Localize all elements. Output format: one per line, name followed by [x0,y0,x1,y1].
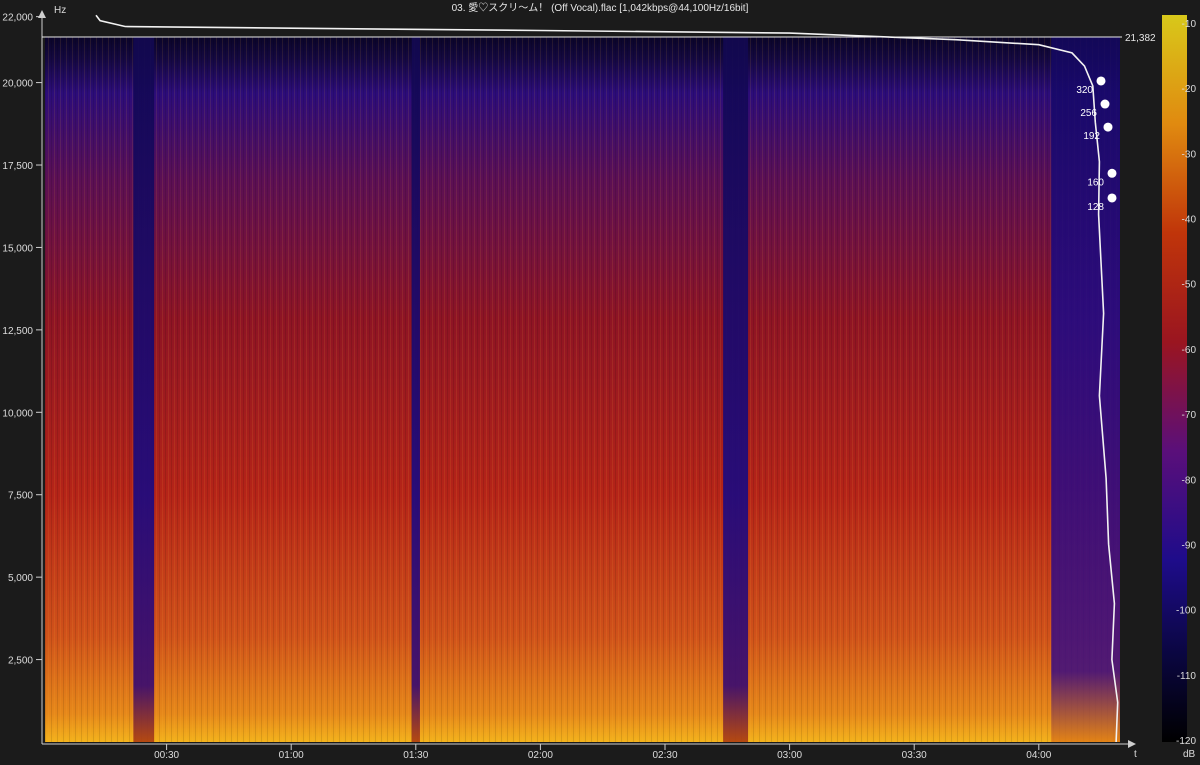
bitrate-marker-label: 128 [1087,202,1104,213]
colorbar-tick-label: -70 [1182,410,1197,421]
spectrogram-svg: 2,500 5,000 7,500 10,000 12,500 15,000 17,500 2… [2,1,1197,761]
colorbar-tick-label: -120 [1176,736,1196,747]
bitrate-marker-dot [1103,122,1113,132]
spectrogram-texture [45,37,1120,742]
y-axis-label: Hz [54,5,66,16]
x-axis-arrow [1128,740,1136,748]
x-axis-label: t [1134,749,1137,760]
colorbar [1162,15,1187,742]
y-tick-label: 5,000 [8,573,33,584]
colorbar-unit: dB [1183,749,1196,760]
x-tick-label: 00:30 [154,750,179,760]
y-tick-label: 22,000 [2,13,33,24]
bitrate-marker-label: 160 [1087,177,1104,188]
quiet-region [133,37,155,742]
y-tick-label: 10,000 [2,408,33,419]
bitrate-marker-label: 192 [1083,131,1100,142]
y-tick-label: 7,500 [8,491,33,502]
chart-title: 03. 愛♡スクリ～ム！ (Off Vocal).flac [1,042kbps… [452,1,749,14]
x-tick-label: 03:00 [777,750,802,760]
x-tick-label: 01:30 [403,750,428,760]
cutoff-band [45,37,1120,38]
bitrate-marker-dot [1107,193,1117,203]
colorbar-tick-label: -20 [1182,84,1197,95]
y-tick-label: 2,500 [8,656,33,667]
x-tick-label: 02:00 [528,750,553,760]
x-tick-label: 02:30 [652,750,677,760]
x-tick-label: 03:30 [902,750,927,760]
spectrogram-image [45,37,1120,742]
quiet-region [723,37,749,742]
colorbar-tick-label: -50 [1182,280,1197,291]
bitrate-marker-dot [1096,76,1106,86]
y-tick-label: 17,500 [2,161,33,172]
colorbar-tick-label: -40 [1182,215,1197,226]
spectrogram-chart: 2,500 5,000 7,500 10,000 12,500 15,000 17,500 2… [0,0,1200,761]
y-ticks: 2,500 5,000 7,500 10,000 12,500 15,000 17,500 2… [2,13,42,667]
colorbar-tick-label: -110 [1177,671,1197,682]
track-tail [1051,37,1120,742]
y-tick-label: 12,500 [2,326,33,337]
cutoff-label: 21,382 [1125,33,1156,44]
tail-fade [1051,37,1120,742]
bitrate-marker-label: 320 [1076,85,1093,96]
y-tick-label: 15,000 [2,243,33,254]
colorbar-tick-label: -80 [1182,475,1197,486]
bitrate-marker-dot [1107,168,1117,178]
colorbar-tick-label: -60 [1182,345,1197,356]
colorbar-tick-label: -90 [1182,540,1197,551]
bitrate-marker-label: 256 [1080,108,1097,119]
y-tick-label: 20,000 [2,79,33,90]
colorbar-tick-label: -10 [1182,19,1197,30]
x-tick-label: 04:00 [1026,750,1051,760]
colorbar-tick-label: -30 [1182,149,1197,160]
quiet-region [411,37,420,742]
x-ticks: 00:30 01:00 01:30 02:00 02:30 03:00 03:30 04:00 [154,744,1052,761]
bitrate-marker-dot [1100,99,1110,109]
x-tick-label: 01:00 [279,750,304,760]
colorbar-tick-label: -100 [1176,606,1196,617]
